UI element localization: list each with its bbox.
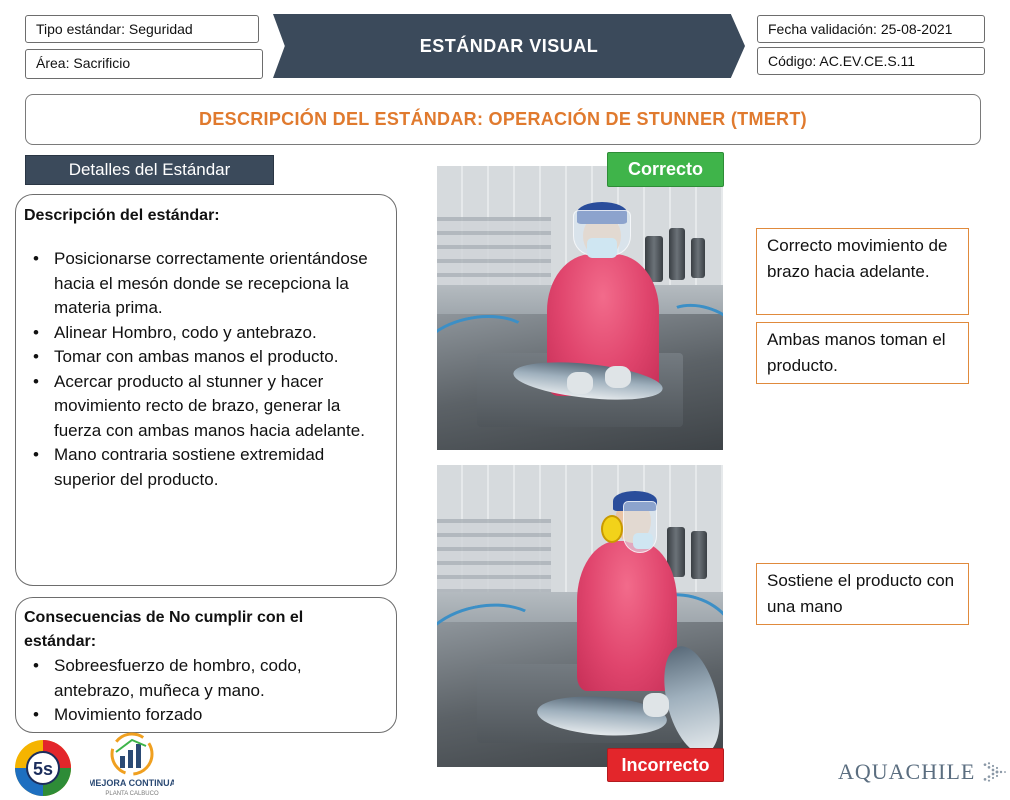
description-item: Tomar con ambas manos el producto. bbox=[24, 345, 388, 370]
codigo-box: Código: AC.EV.CE.S.11 bbox=[757, 47, 985, 75]
correct-note-1: Correcto movimiento de brazo hacia adela… bbox=[756, 228, 969, 315]
correct-label: Correcto bbox=[607, 152, 724, 187]
consequences-item: Movimiento forzado bbox=[24, 703, 388, 728]
consequences-item: Sobreesfuerzo de hombro, codo, antebrazo… bbox=[24, 654, 344, 703]
tipo-estandar-text: Tipo estándar: Seguridad bbox=[36, 21, 193, 37]
mejora-continua-text: MEJORA CONTINUA bbox=[90, 778, 174, 788]
fecha-validacion-box: Fecha validación: 25-08-2021 bbox=[757, 15, 985, 43]
description-item: Mano contraria sostiene extremidad super… bbox=[24, 443, 388, 492]
consequences-panel: Consecuencias de No cumplir con el están… bbox=[15, 597, 397, 733]
incorrect-note-1: Sostiene el producto con una mano bbox=[756, 563, 969, 625]
incorrect-photo bbox=[437, 465, 723, 767]
planta-text: PLANTA CALBUCO bbox=[105, 791, 159, 797]
page-title: DESCRIPCIÓN DEL ESTÁNDAR: OPERACIÓN DE S… bbox=[199, 109, 807, 129]
description-item: Alinear Hombro, codo y antebrazo. bbox=[24, 321, 388, 346]
standard-banner: ESTÁNDAR VISUAL bbox=[273, 14, 745, 78]
logo-mejora-continua: MEJORA CONTINUA PLANTA CALBUCO bbox=[88, 730, 177, 798]
aquachile-text: AquaChile bbox=[838, 759, 976, 784]
area-text: Área: Sacrificio bbox=[36, 55, 131, 71]
chevron-arrows-icon bbox=[983, 762, 1007, 782]
correct-photo bbox=[437, 166, 723, 450]
consequences-heading: Consecuencias de No cumplir con el están… bbox=[24, 609, 304, 650]
page-title-box: DESCRIPCIÓN DEL ESTÁNDAR: OPERACIÓN DE S… bbox=[25, 94, 981, 145]
description-heading: Descripción del estándar: bbox=[24, 207, 220, 224]
fecha-validacion-text: Fecha validación: 25-08-2021 bbox=[768, 21, 953, 37]
description-list: Posicionarse correctamente orientándose … bbox=[24, 247, 388, 492]
correct-note-2-text: Ambas manos toman el producto. bbox=[767, 330, 946, 375]
description-item: Posicionarse correctamente orientándose … bbox=[24, 247, 388, 321]
five-s-text: 5s bbox=[33, 759, 53, 779]
area-box: Área: Sacrificio bbox=[25, 49, 263, 79]
details-tab: Detalles del Estándar bbox=[25, 155, 274, 185]
consequences-list: Sobreesfuerzo de hombro, codo, antebrazo… bbox=[24, 654, 388, 728]
description-item: Acercar producto al stunner y hacer movi… bbox=[24, 370, 388, 444]
banner-title: ESTÁNDAR VISUAL bbox=[419, 35, 599, 56]
codigo-text: Código: AC.EV.CE.S.11 bbox=[768, 53, 916, 69]
details-tab-label: Detalles del Estándar bbox=[68, 160, 231, 179]
logo-5s: 5s bbox=[10, 738, 76, 798]
correct-note-1-text: Correcto movimiento de brazo hacia adela… bbox=[767, 236, 948, 281]
correct-label-text: Correcto bbox=[627, 159, 703, 179]
description-panel: Descripción del estándar: Posicionarse c… bbox=[15, 194, 397, 586]
incorrect-label: Incorrecto bbox=[607, 748, 724, 782]
logo-aquachile: AquaChile bbox=[838, 752, 1008, 792]
incorrect-label-text: Incorrecto bbox=[621, 754, 710, 775]
correct-note-2: Ambas manos toman el producto. bbox=[756, 322, 969, 384]
tipo-estandar-box: Tipo estándar: Seguridad bbox=[25, 15, 259, 43]
incorrect-note-1-text: Sostiene el producto con una mano bbox=[767, 571, 955, 616]
